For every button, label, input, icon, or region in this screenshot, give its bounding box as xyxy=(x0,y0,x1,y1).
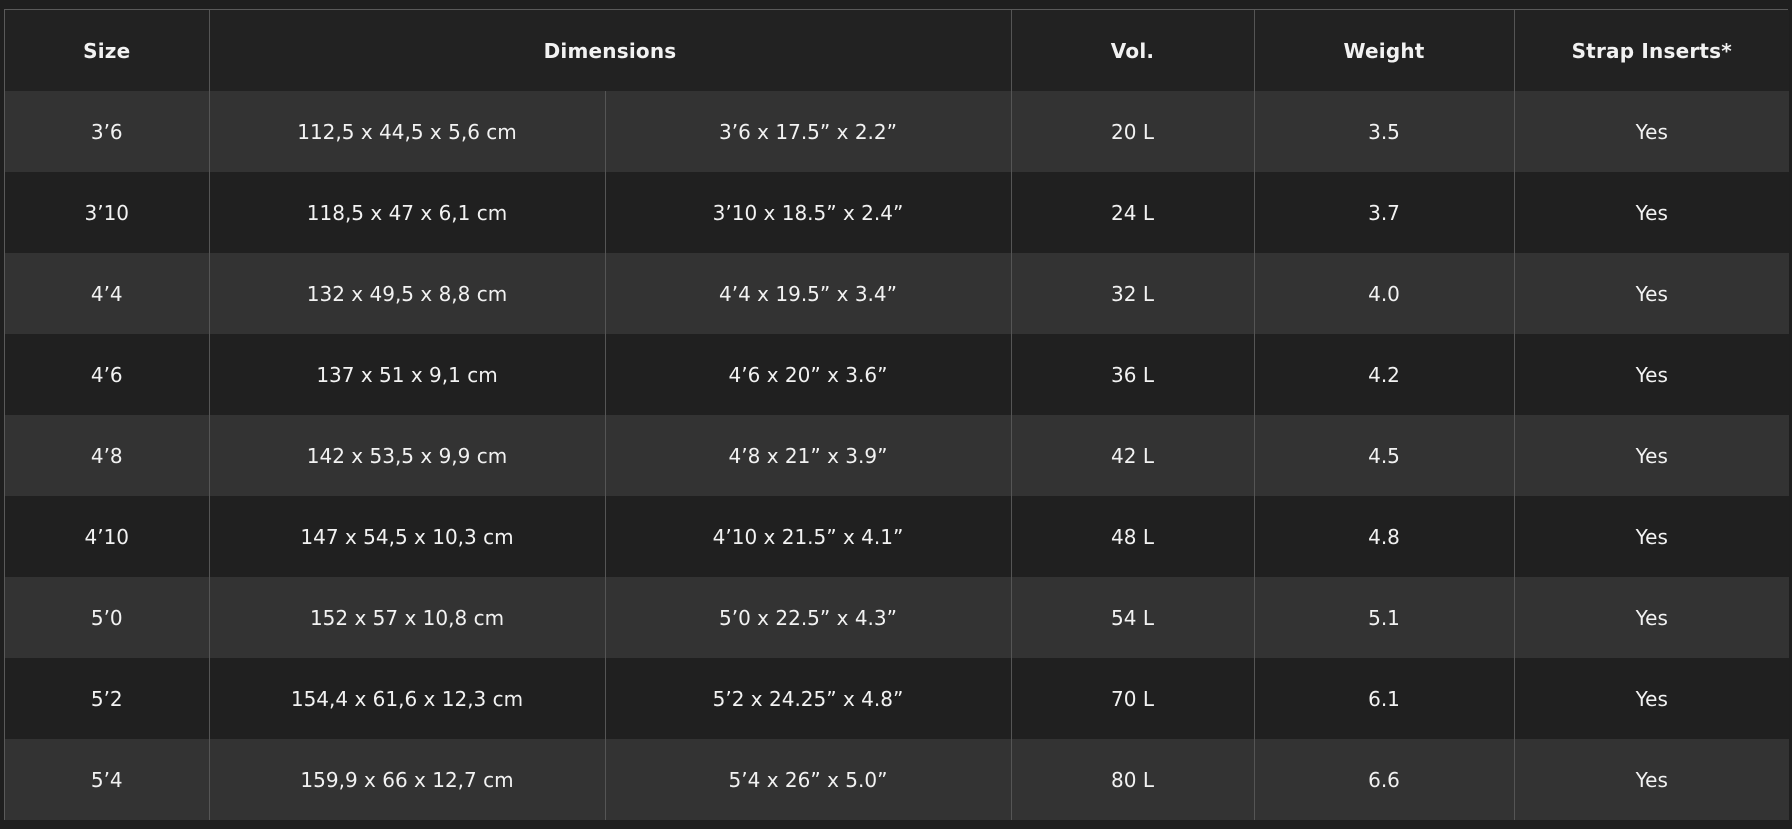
header-weight: Weight xyxy=(1253,10,1515,91)
cell-dimensions-in: 4’8 x 21” x 3.9” xyxy=(604,415,1012,496)
cell-strap: Yes xyxy=(1513,577,1789,658)
cell-vol: 20 L xyxy=(1010,91,1255,172)
cell-strap: Yes xyxy=(1513,253,1789,334)
cell-vol: 70 L xyxy=(1010,658,1255,739)
header-size: Size xyxy=(5,10,210,91)
cell-weight: 4.0 xyxy=(1253,253,1515,334)
cell-strap: Yes xyxy=(1513,334,1789,415)
cell-size: 5’2 xyxy=(5,658,210,739)
cell-weight: 4.5 xyxy=(1253,415,1515,496)
cell-size: 5’0 xyxy=(5,577,210,658)
cell-strap: Yes xyxy=(1513,496,1789,577)
cell-dimensions-cm: 132 x 49,5 x 8,8 cm xyxy=(208,253,606,334)
cell-vol: 80 L xyxy=(1010,739,1255,820)
cell-weight: 5.1 xyxy=(1253,577,1515,658)
cell-weight: 3.7 xyxy=(1253,172,1515,253)
table-row: 3’6 112,5 x 44,5 x 5,6 cm 3’6 x 17.5” x … xyxy=(5,91,1789,172)
cell-vol: 24 L xyxy=(1010,172,1255,253)
table-row: 4’4 132 x 49,5 x 8,8 cm 4’4 x 19.5” x 3.… xyxy=(5,253,1789,334)
cell-size: 3’10 xyxy=(5,172,210,253)
cell-vol: 54 L xyxy=(1010,577,1255,658)
cell-weight: 6.1 xyxy=(1253,658,1515,739)
cell-vol: 36 L xyxy=(1010,334,1255,415)
cell-strap: Yes xyxy=(1513,658,1789,739)
table-row: 5’0 152 x 57 x 10,8 cm 5’0 x 22.5” x 4.3… xyxy=(5,577,1789,658)
cell-weight: 3.5 xyxy=(1253,91,1515,172)
cell-dimensions-in: 3’6 x 17.5” x 2.2” xyxy=(604,91,1012,172)
table-row: 5’2 154,4 x 61,6 x 12,3 cm 5’2 x 24.25” … xyxy=(5,658,1789,739)
cell-dimensions-cm: 159,9 x 66 x 12,7 cm xyxy=(208,739,606,820)
cell-dimensions-cm: 152 x 57 x 10,8 cm xyxy=(208,577,606,658)
cell-size: 4’6 xyxy=(5,334,210,415)
cell-dimensions-in: 5’2 x 24.25” x 4.8” xyxy=(604,658,1012,739)
cell-size: 3’6 xyxy=(5,91,210,172)
table-header-row: Size Dimensions Vol. Weight Strap Insert… xyxy=(5,10,1789,91)
table-row: 3’10 118,5 x 47 x 6,1 cm 3’10 x 18.5” x … xyxy=(5,172,1789,253)
cell-dimensions-cm: 154,4 x 61,6 x 12,3 cm xyxy=(208,658,606,739)
cell-dimensions-cm: 137 x 51 x 9,1 cm xyxy=(208,334,606,415)
cell-vol: 32 L xyxy=(1010,253,1255,334)
table-row: 4’8 142 x 53,5 x 9,9 cm 4’8 x 21” x 3.9”… xyxy=(5,415,1789,496)
cell-size: 4’8 xyxy=(5,415,210,496)
size-table: Size Dimensions Vol. Weight Strap Insert… xyxy=(5,10,1789,820)
size-table-container: Size Dimensions Vol. Weight Strap Insert… xyxy=(4,9,1789,820)
table-row: 5’4 159,9 x 66 x 12,7 cm 5’4 x 26” x 5.0… xyxy=(5,739,1789,820)
cell-dimensions-cm: 118,5 x 47 x 6,1 cm xyxy=(208,172,606,253)
cell-dimensions-in: 4’6 x 20” x 3.6” xyxy=(604,334,1012,415)
cell-strap: Yes xyxy=(1513,415,1789,496)
header-vol: Vol. xyxy=(1010,10,1255,91)
cell-strap: Yes xyxy=(1513,91,1789,172)
cell-weight: 4.2 xyxy=(1253,334,1515,415)
cell-size: 4’4 xyxy=(5,253,210,334)
cell-size: 5’4 xyxy=(5,739,210,820)
cell-dimensions-in: 4’4 x 19.5” x 3.4” xyxy=(604,253,1012,334)
cell-vol: 42 L xyxy=(1010,415,1255,496)
cell-dimensions-cm: 142 x 53,5 x 9,9 cm xyxy=(208,415,606,496)
cell-vol: 48 L xyxy=(1010,496,1255,577)
cell-dimensions-cm: 112,5 x 44,5 x 5,6 cm xyxy=(208,91,606,172)
header-dimensions: Dimensions xyxy=(208,10,1012,91)
cell-weight: 6.6 xyxy=(1253,739,1515,820)
cell-dimensions-in: 5’4 x 26” x 5.0” xyxy=(604,739,1012,820)
cell-size: 4’10 xyxy=(5,496,210,577)
cell-dimensions-in: 3’10 x 18.5” x 2.4” xyxy=(604,172,1012,253)
table-row: 4’6 137 x 51 x 9,1 cm 4’6 x 20” x 3.6” 3… xyxy=(5,334,1789,415)
table-row: 4’10 147 x 54,5 x 10,3 cm 4’10 x 21.5” x… xyxy=(5,496,1789,577)
cell-dimensions-in: 4’10 x 21.5” x 4.1” xyxy=(604,496,1012,577)
header-strap-inserts: Strap Inserts* xyxy=(1513,10,1789,91)
cell-dimensions-cm: 147 x 54,5 x 10,3 cm xyxy=(208,496,606,577)
cell-dimensions-in: 5’0 x 22.5” x 4.3” xyxy=(604,577,1012,658)
cell-weight: 4.8 xyxy=(1253,496,1515,577)
cell-strap: Yes xyxy=(1513,739,1789,820)
cell-strap: Yes xyxy=(1513,172,1789,253)
